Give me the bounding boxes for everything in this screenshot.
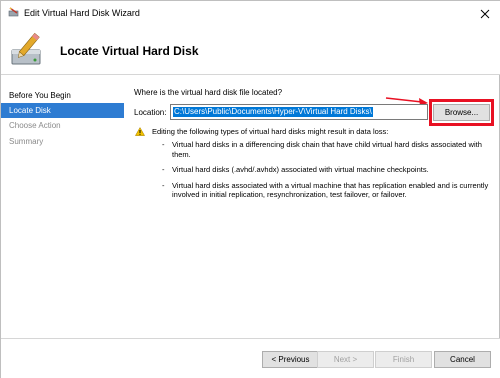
list-item: Virtual hard disks in a differencing dis… <box>162 140 492 159</box>
nav-item-before-you-begin[interactable]: Before You Begin <box>1 88 124 103</box>
close-icon <box>480 9 490 18</box>
wizard-content: Where is the virtual hard disk file loca… <box>124 76 500 338</box>
list-item: Virtual hard disks associated with a vir… <box>162 181 492 200</box>
location-label: Location: <box>134 108 167 117</box>
warning-icon <box>135 127 145 136</box>
warning-list: Virtual hard disks in a differencing dis… <box>162 140 492 206</box>
title-bar: Edit Virtual Hard Disk Wizard <box>1 1 500 26</box>
window-title: Edit Virtual Hard Disk Wizard <box>24 8 140 18</box>
nav-item-choose-action: Choose Action <box>9 121 61 130</box>
nav-item-locate-disk[interactable]: Locate Disk <box>1 103 124 118</box>
next-button[interactable]: Next > <box>317 351 374 368</box>
cancel-button[interactable]: Cancel <box>434 351 491 368</box>
page-title: Locate Virtual Hard Disk <box>60 44 199 58</box>
annotation-highlight-box <box>429 99 494 126</box>
wizard-header: Locate Virtual Hard Disk <box>1 26 500 75</box>
warning-text: Editing the following types of virtual h… <box>152 127 389 136</box>
close-button[interactable] <box>469 1 500 26</box>
location-input[interactable]: C:\Users\Public\Documents\Hyper-V\Virtua… <box>170 104 428 120</box>
wizard-window: Edit Virtual Hard Disk Wizard Locate Vir… <box>0 0 500 378</box>
location-question: Where is the virtual hard disk file loca… <box>134 88 283 97</box>
wizard-footer: < Previous Next > Finish Cancel <box>1 338 500 378</box>
finish-button[interactable]: Finish <box>375 351 432 368</box>
wizard-steps-nav: Before You Begin Locate Disk Choose Acti… <box>1 76 124 338</box>
previous-button[interactable]: < Previous <box>262 351 319 368</box>
location-value: C:\Users\Public\Documents\Hyper-V\Virtua… <box>173 107 373 117</box>
edit-disk-icon <box>11 32 41 65</box>
nav-item-summary: Summary <box>9 137 44 146</box>
list-item: Virtual hard disks (.avhd/.avhdx) associ… <box>162 165 492 175</box>
wizard-app-icon <box>8 7 19 17</box>
